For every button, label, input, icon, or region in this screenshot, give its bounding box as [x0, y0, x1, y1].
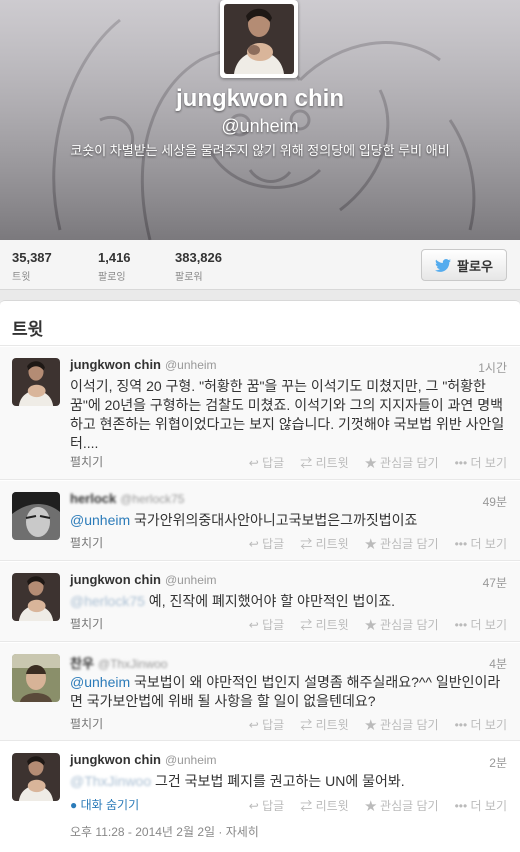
tweet-detail-meta[interactable]: 오후 11:28 - 2014년 2월 2일 · 자세히: [70, 823, 259, 840]
favorite-action[interactable]: ★ 관심글 담기: [365, 454, 439, 471]
tweet-text: @ThxJinwoo 그건 국보법 폐지를 권고하는 UN에 물어봐.: [70, 773, 405, 789]
tweet-actions: ↩ 답글 ⇄ 리트윗 ★ 관심글 담기 ••• 더 보기: [249, 797, 507, 814]
twitter-bird-icon: [435, 258, 452, 272]
tweet-author-name[interactable]: herlock: [70, 491, 116, 506]
tweet-item[interactable]: jungkwon chin @unheim 1시간 이석기, 징역 20 구형. …: [0, 347, 520, 480]
avatar[interactable]: [12, 358, 60, 406]
mention-link[interactable]: @unheim: [70, 512, 130, 528]
reply-action[interactable]: ↩ 답글: [249, 454, 284, 471]
tweet-header: herlock @herlock75: [70, 491, 184, 506]
tweet-item[interactable]: herlock @herlock75 49분 @unheim 국가안위의중대사안아…: [0, 481, 520, 561]
avatar[interactable]: [12, 753, 60, 801]
retweet-action[interactable]: ⇄ 리트윗: [300, 616, 348, 633]
stat-tweets-label: 트윗: [12, 272, 31, 283]
tweet-text: @unheim 국보법이 왜 야만적인 법인지 설명좀 해주실래요?^^ 일반인…: [70, 674, 501, 709]
stat-followers-label: 팔로워: [175, 272, 203, 283]
stat-following[interactable]: 1,416 팔로잉: [98, 250, 131, 283]
favorite-action[interactable]: ★ 관심글 담기: [365, 716, 439, 733]
reply-action[interactable]: ↩ 답글: [249, 797, 284, 814]
retweet-action[interactable]: ⇄ 리트윗: [300, 535, 348, 552]
tweet-text: 이석기, 징역 20 구형. "허황한 꿈"을 꾸는 이석기도 미쳤지만, 그 …: [70, 378, 505, 451]
profile-stats: 35,387 트윗 1,416 팔로잉 383,826 팔로워 팔로우: [0, 240, 520, 290]
tweet-header: jungkwon chin @unheim: [70, 572, 217, 587]
stat-followers-count: 383,826: [175, 250, 222, 265]
stat-tweets[interactable]: 35,387 트윗: [12, 250, 52, 283]
favorite-action[interactable]: ★ 관심글 담기: [365, 797, 439, 814]
profile-bio: 코숏이 차별받는 세상을 물려주지 않기 위해 정의당에 입당한 루비 애비: [70, 143, 450, 158]
tweet-screen-name[interactable]: @unheim: [165, 358, 217, 372]
expand-link[interactable]: 펼치기: [70, 534, 103, 551]
follow-button[interactable]: 팔로우: [421, 249, 507, 281]
tweet-actions: ↩ 답글 ⇄ 리트윗 ★ 관심글 담기 ••• 더 보기: [249, 716, 507, 733]
tweet-header: jungkwon chin @unheim: [70, 357, 217, 372]
speech-bubble-icon: ●: [70, 798, 78, 812]
tweet-timestamp[interactable]: 47분: [483, 574, 507, 591]
tweet-screen-name[interactable]: @unheim: [165, 753, 217, 767]
profile-header: jungkwon chin @unheim 코숏이 차별받는 세상을 물려주지 …: [0, 0, 520, 240]
avatar[interactable]: [12, 573, 60, 621]
profile-handle: @unheim: [221, 116, 299, 136]
follow-button-label: 팔로우: [457, 258, 493, 274]
avatar-photo: [224, 4, 294, 74]
tweet-timeline: 트윗 jungkwon chin @unheim 1시간 이석기, 징역 20 구…: [0, 300, 520, 852]
stat-following-count: 1,416: [98, 250, 131, 265]
tweet-text: @unheim 국가안위의중대사안아니고국보법은그까짓법이죠: [70, 512, 418, 528]
tweet-header: 찬우 @ThxJinwoo: [70, 653, 167, 672]
favorite-action[interactable]: ★ 관심글 담기: [365, 616, 439, 633]
mention-link[interactable]: @unheim: [70, 674, 130, 690]
tweet-author-name[interactable]: jungkwon chin: [70, 572, 161, 587]
stat-following-label: 팔로잉: [98, 272, 126, 283]
tweet-timestamp[interactable]: 2분: [489, 754, 507, 771]
mention-link[interactable]: @ThxJinwoo: [70, 773, 151, 789]
stat-followers[interactable]: 383,826 팔로워: [175, 250, 222, 283]
tweet-timestamp[interactable]: 4분: [489, 655, 507, 672]
tweet-item[interactable]: jungkwon chin @unheim 47분 @herlock75 예, 진…: [0, 562, 520, 642]
hide-conversation-link[interactable]: ● 대화 숨기기: [70, 796, 139, 813]
tweet-timestamp[interactable]: 49분: [483, 493, 507, 510]
expand-link[interactable]: 펼치기: [70, 453, 103, 470]
avatar[interactable]: [12, 654, 60, 702]
favorite-action[interactable]: ★ 관심글 담기: [365, 535, 439, 552]
profile-name: jungkwon chin: [176, 85, 344, 112]
retweet-action[interactable]: ⇄ 리트윗: [300, 797, 348, 814]
avatar[interactable]: [12, 492, 60, 540]
tweet-actions: ↩ 답글 ⇄ 리트윗 ★ 관심글 담기 ••• 더 보기: [249, 616, 507, 633]
mention-link[interactable]: @herlock75: [70, 593, 145, 609]
retweet-action[interactable]: ⇄ 리트윗: [300, 716, 348, 733]
tweet-screen-name[interactable]: @unheim: [165, 573, 217, 587]
tweet-screen-name[interactable]: @herlock75: [120, 492, 184, 506]
profile-avatar[interactable]: [220, 0, 298, 78]
more-action[interactable]: ••• 더 보기: [455, 616, 507, 633]
retweet-action[interactable]: ⇄ 리트윗: [300, 454, 348, 471]
tweet-author-name[interactable]: jungkwon chin: [70, 752, 161, 767]
more-action[interactable]: ••• 더 보기: [455, 454, 507, 471]
stat-tweets-count: 35,387: [12, 250, 52, 265]
more-action[interactable]: ••• 더 보기: [455, 535, 507, 552]
more-action[interactable]: ••• 더 보기: [455, 716, 507, 733]
timeline-title: 트윗: [0, 301, 520, 346]
tweet-author-name[interactable]: 찬우: [70, 656, 94, 671]
expand-link[interactable]: 펼치기: [70, 715, 103, 732]
tweet-timestamp[interactable]: 1시간: [478, 359, 507, 376]
reply-action[interactable]: ↩ 답글: [249, 616, 284, 633]
more-action[interactable]: ••• 더 보기: [455, 797, 507, 814]
tweet-text: @herlock75 예, 진작에 폐지했어야 할 야만적인 법이죠.: [70, 593, 395, 609]
expand-link[interactable]: 펼치기: [70, 615, 103, 632]
tweet-actions: ↩ 답글 ⇄ 리트윗 ★ 관심글 담기 ••• 더 보기: [249, 535, 507, 552]
tweet-item[interactable]: 찬우 @ThxJinwoo 4분 @unheim 국보법이 왜 야만적인 법인지 …: [0, 643, 520, 741]
tweet-header: jungkwon chin @unheim: [70, 752, 217, 767]
reply-action[interactable]: ↩ 답글: [249, 716, 284, 733]
tweet-screen-name[interactable]: @ThxJinwoo: [98, 657, 168, 671]
tweet-actions: ↩ 답글 ⇄ 리트윗 ★ 관심글 담기 ••• 더 보기: [249, 454, 507, 471]
reply-action[interactable]: ↩ 답글: [249, 535, 284, 552]
tweet-author-name[interactable]: jungkwon chin: [70, 357, 161, 372]
